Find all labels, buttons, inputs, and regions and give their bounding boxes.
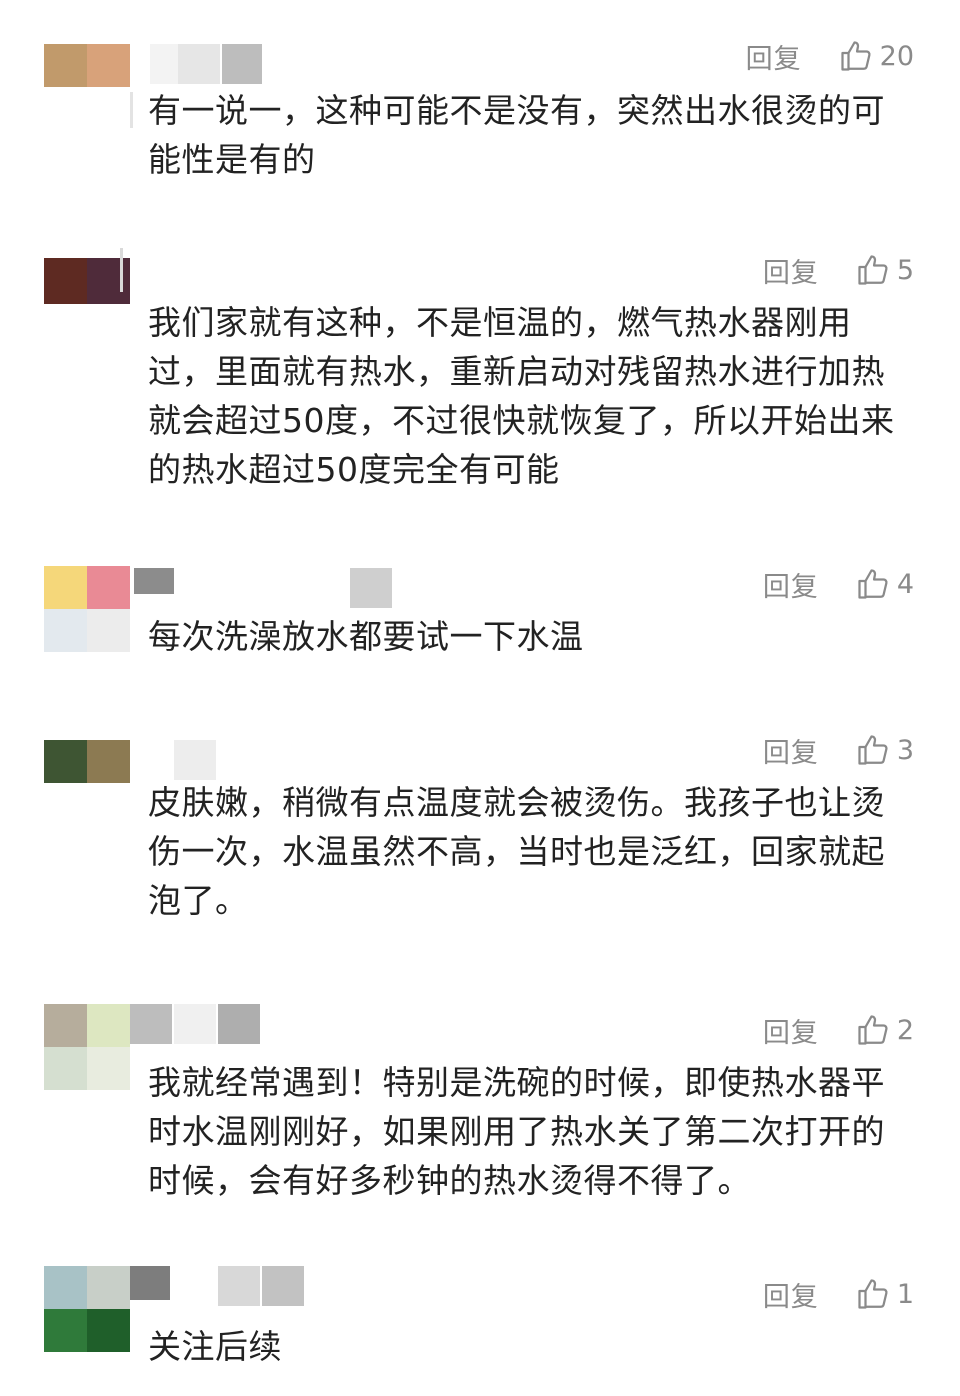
thumbs-up-icon <box>858 1015 888 1045</box>
like-count: 2 <box>896 1014 914 1046</box>
username-blurred[interactable] <box>174 740 234 780</box>
reply-button[interactable]: 回复 <box>763 251 819 290</box>
comment-actions: 回复 3 <box>763 730 914 770</box>
comment-actions: 回复 1 <box>763 1274 914 1314</box>
reply-button[interactable]: 回复 <box>763 565 819 604</box>
comment-actions: 回复 20 <box>746 36 914 76</box>
comment-text: 每次洗澡放水都要试一下水温 <box>148 617 584 656</box>
like-button[interactable]: 3 <box>855 732 914 768</box>
thumbs-up-icon <box>858 1279 888 1309</box>
reply-button[interactable]: 回复 <box>763 1275 819 1314</box>
like-button[interactable]: 1 <box>855 1276 914 1312</box>
like-button[interactable]: 5 <box>855 252 914 288</box>
thumbs-up-icon <box>858 735 888 765</box>
comment-text: 我们家就有这种，不是恒温的，燃气热水器刚用过，里面就有热水，重新启动对残留热水进… <box>148 303 895 489</box>
thumbs-up-icon <box>858 255 888 285</box>
comment-text: 皮肤嫩，稍微有点温度就会被烫伤。我孩子也让烫伤一次，水温虽然不高，当时也是泛红，… <box>148 783 885 920</box>
reply-button[interactable]: 回复 <box>763 731 819 770</box>
thumbs-up-icon <box>841 41 871 71</box>
reply-button[interactable]: 回复 <box>746 37 802 76</box>
comment-text: 有一说一，这种可能不是没有，突然出水很烫的可能性是有的 <box>148 91 885 179</box>
like-button[interactable]: 2 <box>855 1012 914 1048</box>
avatar[interactable] <box>44 258 130 304</box>
comment-actions: 回复 2 <box>763 1010 914 1050</box>
comment-actions: 回复 5 <box>763 250 914 290</box>
avatar[interactable] <box>44 1266 130 1352</box>
thumbs-up-icon <box>858 569 888 599</box>
like-count: 4 <box>896 568 914 600</box>
avatar[interactable] <box>44 740 130 784</box>
username-blurred[interactable] <box>150 44 270 84</box>
like-count: 1 <box>896 1278 914 1310</box>
username-blurred[interactable] <box>134 568 394 608</box>
like-button[interactable]: 4 <box>855 566 914 602</box>
like-count: 20 <box>879 40 914 72</box>
comment-text: 我就经常遇到！特别是洗碗的时候，即使热水器平时水温刚刚好，如果刚用了热水关了第二… <box>148 1063 885 1200</box>
username-blurred[interactable] <box>130 1004 360 1044</box>
comment-text: 关注后续 <box>148 1327 282 1366</box>
reply-button[interactable]: 回复 <box>763 1011 819 1050</box>
comment-actions: 回复 4 <box>763 564 914 604</box>
like-count: 3 <box>896 734 914 766</box>
username-blurred[interactable] <box>130 1266 310 1306</box>
like-count: 5 <box>896 254 914 286</box>
avatar[interactable] <box>44 1004 130 1090</box>
avatar[interactable] <box>44 44 130 88</box>
avatar[interactable] <box>44 566 130 652</box>
like-button[interactable]: 20 <box>838 38 914 74</box>
